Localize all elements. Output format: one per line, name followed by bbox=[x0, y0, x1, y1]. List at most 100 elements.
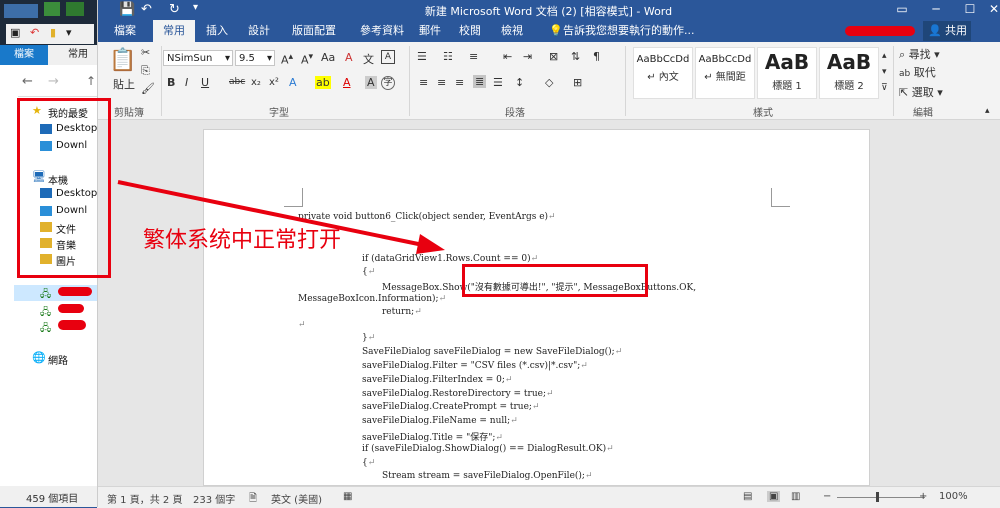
increase-indent-icon[interactable]: ⇥ bbox=[523, 50, 532, 63]
replace-button[interactable]: ab 取代 bbox=[899, 64, 936, 80]
tab-home[interactable]: 常用 bbox=[153, 20, 195, 42]
tab-references[interactable]: 參考資料 bbox=[351, 20, 413, 42]
multilevel-list-icon[interactable]: ≡ bbox=[469, 50, 478, 63]
tab-file[interactable]: 檔案 bbox=[0, 45, 48, 65]
tab-file[interactable]: 檔案 bbox=[105, 20, 145, 42]
grow-font-icon[interactable]: A▴ bbox=[281, 51, 293, 67]
subscript-icon[interactable]: x₂ bbox=[251, 77, 261, 88]
zoom-slider[interactable] bbox=[837, 497, 925, 498]
superscript-icon[interactable]: x² bbox=[269, 77, 279, 88]
macro-icon[interactable]: ▦ bbox=[343, 491, 352, 502]
paste-icon[interactable]: 📋 bbox=[109, 48, 136, 73]
print-layout-icon[interactable]: ▣ bbox=[767, 491, 781, 502]
font-color-icon[interactable]: A bbox=[343, 76, 351, 89]
format-painter-icon[interactable]: 🖌 bbox=[141, 82, 155, 95]
text-effects-icon[interactable]: A bbox=[289, 76, 297, 89]
tab-design[interactable]: 設計 bbox=[241, 20, 277, 42]
shading-icon[interactable]: ◇ bbox=[545, 76, 553, 89]
justify-icon[interactable]: ≣ bbox=[473, 75, 487, 88]
borders-icon[interactable]: ⊞ bbox=[573, 76, 582, 89]
style-heading-1[interactable]: AaB 標題 1 bbox=[757, 47, 817, 99]
code-line: return;↵ bbox=[382, 307, 422, 317]
language-status[interactable]: 英文 (美國) bbox=[271, 491, 322, 506]
tab-home[interactable]: 常用 bbox=[60, 45, 96, 65]
styles-scroll-icons[interactable]: ▴ ▾ ⊽ bbox=[881, 48, 888, 96]
forward-icon[interactable]: → bbox=[48, 74, 59, 89]
line-spacing-icon[interactable]: ↕ bbox=[515, 76, 524, 89]
code-line: saveFileDialog.Filter = "CSV files (*.cs… bbox=[362, 361, 588, 371]
minimize-button[interactable]: ─ bbox=[919, 0, 953, 20]
tab-mailings[interactable]: 郵件 bbox=[415, 20, 445, 42]
annotation-caption: 繁体系统中正常打开 bbox=[143, 228, 342, 253]
align-center-icon[interactable]: ≡ bbox=[437, 76, 446, 89]
properties-icon[interactable]: ▣ bbox=[10, 26, 20, 39]
italic-icon[interactable]: I bbox=[185, 76, 188, 89]
style-no-spacing[interactable]: AaBbCcDd ↵ 無間距 bbox=[695, 47, 755, 99]
redaction-scribble bbox=[58, 287, 92, 296]
code-line: Stream stream = saveFileDialog.OpenFile(… bbox=[382, 471, 593, 481]
align-right-icon[interactable]: ≡ bbox=[455, 76, 464, 89]
show-marks-icon[interactable]: ¶ bbox=[593, 50, 600, 63]
zoom-out-button[interactable]: − bbox=[823, 491, 831, 502]
zoom-slider-thumb[interactable] bbox=[876, 492, 879, 502]
char-shading-icon[interactable]: A bbox=[365, 76, 377, 89]
tab-view[interactable]: 檢視 bbox=[497, 20, 527, 42]
copy-icon[interactable]: ⎘ bbox=[141, 64, 150, 78]
back-icon[interactable]: ← bbox=[22, 74, 33, 89]
close-button[interactable]: ✕ bbox=[977, 0, 1000, 20]
cut-icon[interactable]: ✂ bbox=[141, 46, 150, 59]
word-count[interactable]: 233 個字 bbox=[193, 491, 235, 506]
underline-icon[interactable]: U bbox=[201, 76, 209, 89]
phonetic-icon[interactable]: 文 bbox=[363, 51, 374, 67]
collapse-ribbon-icon[interactable]: ▴ bbox=[985, 106, 990, 116]
undo-icon[interactable]: ↶ bbox=[30, 26, 39, 39]
font-name-combo[interactable]: NSimSun ▾ bbox=[163, 50, 233, 66]
folder-icon[interactable]: ▮ bbox=[50, 26, 56, 39]
highlight-icon[interactable]: ab bbox=[315, 76, 331, 89]
cursor-icon: ⇱ bbox=[899, 86, 909, 99]
tab-layout[interactable]: 版面配置 bbox=[283, 20, 345, 42]
app-icon[interactable] bbox=[44, 2, 60, 16]
code-line: if (saveFileDialog.ShowDialog() == Dialo… bbox=[362, 444, 614, 454]
bold-icon[interactable]: B bbox=[167, 76, 175, 89]
enclose-char-icon[interactable]: 字 bbox=[381, 76, 395, 90]
tell-me-box[interactable]: 告訴我您想要執行的動作... bbox=[563, 20, 723, 42]
paste-label[interactable]: 貼上 bbox=[111, 76, 137, 92]
editing-group-label: 編輯 bbox=[913, 108, 933, 119]
page-count[interactable]: 第 1 頁，共 2 頁 bbox=[107, 491, 182, 506]
code-line: saveFileDialog.FilterIndex = 0;↵ bbox=[362, 375, 513, 385]
nav-network[interactable]: 網路 bbox=[48, 352, 68, 367]
strikethrough-icon[interactable]: abc bbox=[229, 77, 245, 87]
up-icon[interactable]: ↑ bbox=[86, 74, 96, 88]
tab-review[interactable]: 校閱 bbox=[455, 20, 485, 42]
share-button[interactable]: 👤 共用 bbox=[923, 21, 971, 41]
ribbon-display-icon[interactable]: ▭ bbox=[885, 0, 919, 20]
qat-customize-icon[interactable]: ▾ bbox=[66, 26, 72, 39]
align-left-icon[interactable]: ≡ bbox=[419, 76, 428, 89]
zoom-level[interactable]: 100% bbox=[939, 491, 968, 502]
tab-insert[interactable]: 插入 bbox=[199, 20, 235, 42]
web-layout-icon[interactable]: ▥ bbox=[791, 491, 800, 502]
font-size-combo[interactable]: 9.5 ▾ bbox=[235, 50, 275, 66]
word-title-bar: 💾 ↶ ↻ ▾ 新建 Microsoft Word 文档 (2) [相容模式] … bbox=[97, 0, 1000, 20]
char-border-icon[interactable]: A bbox=[381, 50, 395, 64]
numbering-icon[interactable]: ☷ bbox=[443, 50, 453, 63]
desktop-shortcut-icon[interactable] bbox=[4, 4, 38, 18]
decrease-indent-icon[interactable]: ⇤ bbox=[503, 50, 512, 63]
divider bbox=[625, 46, 626, 116]
sort-icon[interactable]: ⇅ bbox=[571, 50, 580, 63]
find-button[interactable]: ⌕ 尋找 ▾ bbox=[899, 46, 940, 62]
style-normal[interactable]: AaBbCcDd ↵ 內文 bbox=[633, 47, 693, 99]
shrink-font-icon[interactable]: A▾ bbox=[301, 51, 313, 67]
chinese-layout-icon[interactable]: ⊠ bbox=[549, 50, 558, 63]
style-heading-2[interactable]: AaB 標題 2 bbox=[819, 47, 879, 99]
change-case-icon[interactable]: Aa bbox=[321, 51, 335, 64]
read-mode-icon[interactable]: ▤ bbox=[743, 491, 752, 502]
bullets-icon[interactable]: ☰ bbox=[417, 50, 427, 63]
distributed-icon[interactable]: ☰ bbox=[493, 76, 503, 89]
zoom-in-button[interactable]: + bbox=[919, 491, 927, 502]
select-button[interactable]: ⇱ 選取 ▾ bbox=[899, 84, 943, 100]
proofing-icon[interactable]: 🗎 bbox=[249, 491, 257, 508]
app-icon[interactable] bbox=[66, 2, 84, 16]
clear-format-icon[interactable]: A bbox=[345, 51, 353, 64]
